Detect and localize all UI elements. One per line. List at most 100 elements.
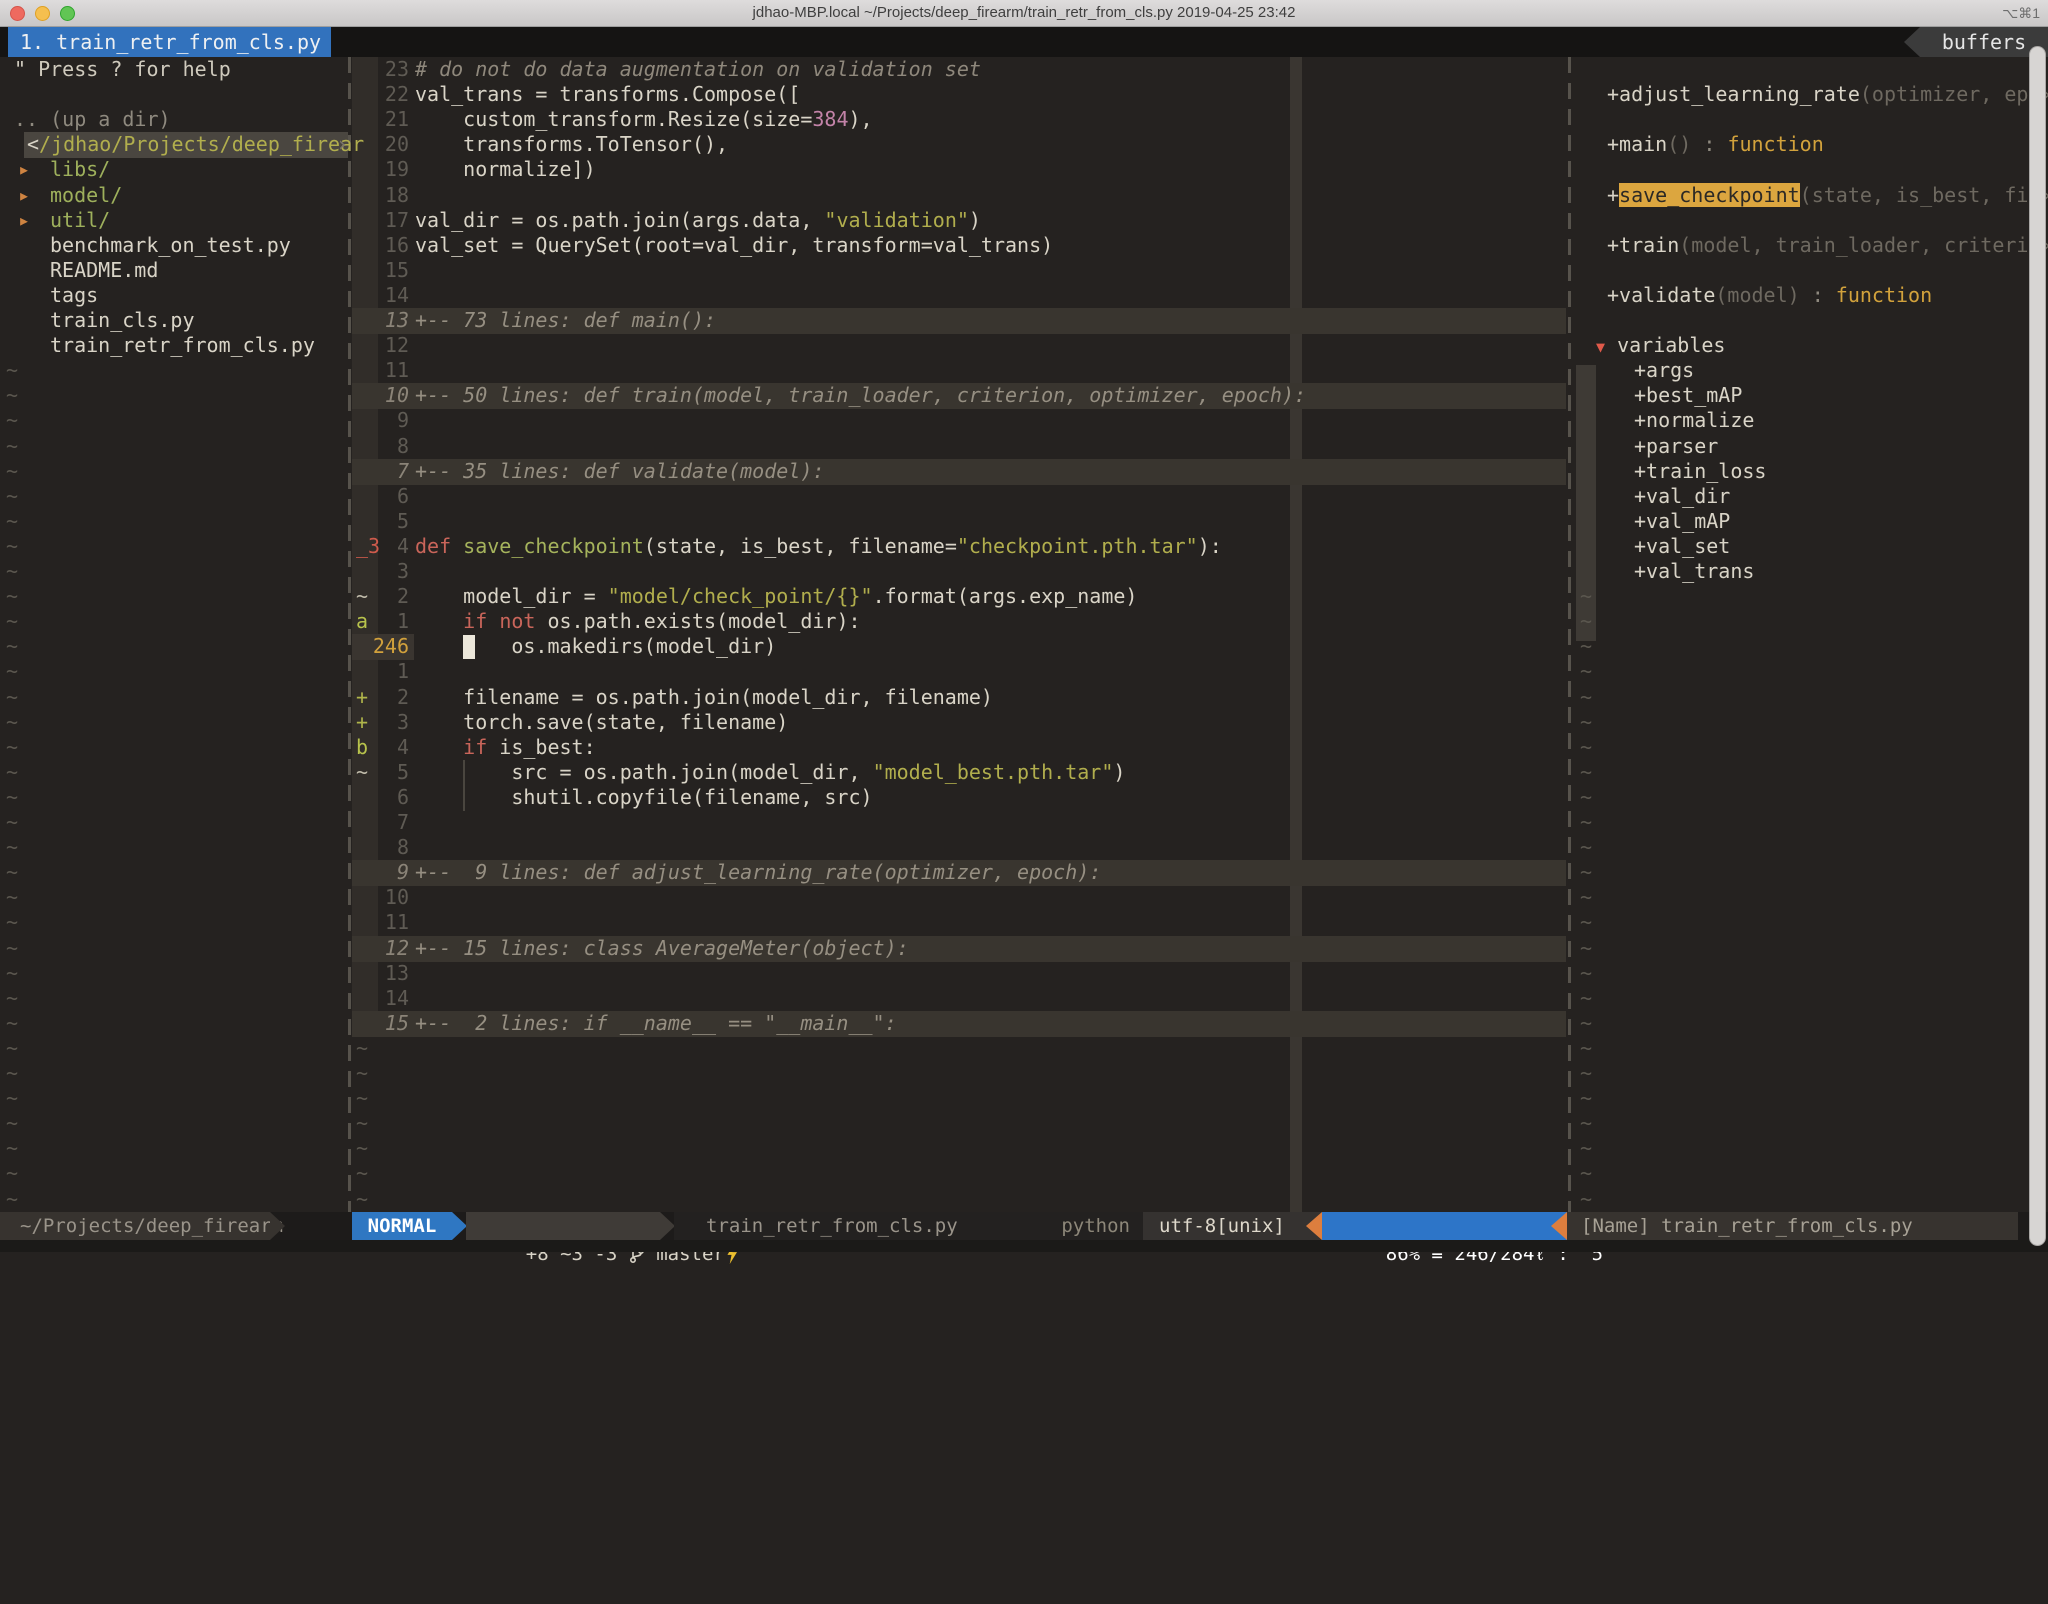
- empty-line-tilde: ~: [6, 860, 18, 886]
- code-line[interactable]: model_dir = "model/check_point/{}".forma…: [415, 584, 1137, 610]
- line-number: 7: [365, 459, 409, 485]
- code-line[interactable]: src = os.path.join(model_dir, "model_bes…: [415, 760, 1125, 786]
- window-shortcut-badge: ⌥⌘1: [2002, 5, 2040, 22]
- code-line[interactable]: if not os.path.exists(model_dir):: [415, 609, 861, 635]
- tagbar-variable-item[interactable]: +parser: [1634, 434, 1718, 460]
- line-number: 16: [365, 233, 409, 259]
- line-number: 9: [365, 408, 409, 434]
- gutter-sign: b: [356, 735, 368, 761]
- statusline-encoding: utf-8[unix]: [1143, 1212, 1322, 1240]
- tagbar-variable-item[interactable]: +args: [1634, 358, 1694, 384]
- empty-line-tilde: ~: [356, 1061, 368, 1087]
- empty-line-tilde: ~: [6, 534, 18, 560]
- tagbar-tag-item[interactable]: +validate(model) : function: [1607, 283, 1932, 309]
- empty-line-tilde: ~: [6, 1061, 18, 1087]
- line-number: 4: [365, 735, 409, 761]
- buffers-segment-arrow-icon: [1904, 27, 1920, 57]
- empty-line-tilde: ~: [6, 910, 18, 936]
- empty-line-tilde: ~: [1580, 1011, 1592, 1037]
- empty-line-tilde: ~: [6, 484, 18, 510]
- separator-arrow-icon: [660, 1212, 675, 1240]
- empty-line-tilde: ~: [356, 1187, 368, 1213]
- nerdtree-up-dir[interactable]: .. (up a dir): [14, 107, 171, 133]
- empty-line-tilde: ~: [1580, 860, 1592, 886]
- tagbar-variable-item[interactable]: +val_dir: [1634, 484, 1730, 510]
- nerdtree-file-item[interactable]: benchmark_on_test.py: [50, 233, 291, 259]
- empty-line-tilde: ~: [356, 1111, 368, 1137]
- empty-line-tilde: ~: [1580, 1187, 1592, 1213]
- statusline-nerdtree-path: ~/Projects/deep_firearm: [0, 1212, 270, 1240]
- empty-line-tilde: ~: [6, 1011, 18, 1037]
- gutter-sign: ~: [356, 760, 368, 786]
- tagbar-tag-item[interactable]: +main() : function: [1607, 132, 1824, 158]
- color-column: [1290, 57, 1302, 1212]
- tagbar-tag-item[interactable]: +train(model, train_loader, criterio›: [1607, 233, 2048, 259]
- nerdtree-file-item[interactable]: train_retr_from_cls.py: [50, 333, 315, 359]
- folded-code-line[interactable]: +-- 2 lines: if __name__ == "__main__":: [415, 1011, 897, 1037]
- folded-code-line[interactable]: +-- 35 lines: def validate(model):: [415, 459, 824, 485]
- empty-line-tilde: ~: [1580, 961, 1592, 987]
- separator-arrow-icon: [452, 1212, 467, 1240]
- code-line[interactable]: torch.save(state, filename): [415, 710, 788, 736]
- empty-line-tilde: ~: [1580, 1086, 1592, 1112]
- line-number: 3: [365, 710, 409, 736]
- code-line[interactable]: normalize]): [415, 157, 596, 183]
- line-number: 23: [365, 57, 409, 83]
- code-line[interactable]: shutil.copyfile(filename, src): [415, 785, 873, 811]
- tab-current-buffer[interactable]: 1. train_retr_from_cls.py: [8, 27, 331, 57]
- statusline-mode: NORMAL: [352, 1212, 452, 1240]
- code-line[interactable]: def save_checkpoint(state, is_best, file…: [415, 534, 1222, 560]
- vim-command-line[interactable]: [0, 1240, 2048, 1252]
- code-line[interactable]: val_dir = os.path.join(args.data, "valid…: [415, 208, 981, 234]
- text-cursor: [463, 635, 475, 659]
- line-number: 13: [365, 961, 409, 987]
- line-number: 10: [365, 885, 409, 911]
- tagbar-tag-item[interactable]: +adjust_learning_rate(optimizer, epo›: [1607, 82, 2048, 108]
- nerdtree-window-separator[interactable]: [348, 57, 351, 1212]
- code-line[interactable]: val_set = QuerySet(root=val_dir, transfo…: [415, 233, 1053, 259]
- empty-line-tilde: ~: [1580, 910, 1592, 936]
- gutter-sign: _3: [356, 534, 380, 560]
- empty-line-tilde: ~: [1580, 1036, 1592, 1062]
- folded-code-line[interactable]: +-- 73 lines: def main():: [415, 308, 716, 334]
- line-number: 10: [365, 383, 409, 409]
- separator-arrow-icon: [1306, 1212, 1322, 1240]
- code-line[interactable]: custom_transform.Resize(size=384),: [415, 107, 873, 133]
- tagbar-tag-item[interactable]: +save_checkpoint(state, is_best, fil›: [1607, 183, 2048, 209]
- line-number: 18: [365, 183, 409, 209]
- code-line[interactable]: if is_best:: [415, 735, 596, 761]
- macos-titlebar: jdhao-MBP.local ~/Projects/deep_firearm/…: [0, 0, 2048, 27]
- tagbar-variable-item[interactable]: +normalize: [1634, 408, 1754, 434]
- nerdtree-file-item[interactable]: tags: [50, 283, 98, 309]
- tagbar-variable-item[interactable]: +val_set: [1634, 534, 1730, 560]
- tagbar-variable-item[interactable]: +val_mAP: [1634, 509, 1730, 535]
- line-number: 1: [365, 659, 409, 685]
- scrollbar-thumb[interactable]: [2029, 46, 2046, 1246]
- line-number: 7: [365, 810, 409, 836]
- empty-line-tilde: ~: [1580, 685, 1592, 711]
- empty-line-tilde: ~: [6, 559, 18, 585]
- tagbar-section-header[interactable]: ▼ variables: [1596, 333, 1725, 359]
- vim-tabline: 1. train_retr_from_cls.py buffers: [0, 27, 2048, 57]
- tagbar-variable-item[interactable]: +best_mAP: [1634, 383, 1742, 409]
- folded-code-line[interactable]: +-- 9 lines: def adjust_learning_rate(op…: [415, 860, 1101, 886]
- line-number: 8: [365, 434, 409, 460]
- nerdtree-file-item[interactable]: train_cls.py: [50, 308, 195, 334]
- line-number: 14: [365, 283, 409, 309]
- tagbar-window-separator[interactable]: [1568, 57, 1571, 1212]
- tagbar-variable-item[interactable]: +val_trans: [1634, 559, 1754, 585]
- folded-code-line[interactable]: +-- 50 lines: def train(model, train_loa…: [415, 383, 1306, 409]
- tagbar-variable-item[interactable]: +train_loss: [1634, 459, 1766, 485]
- code-line[interactable]: transforms.ToTensor(),: [415, 132, 728, 158]
- code-line[interactable]: val_trans = transforms.Compose([: [415, 82, 800, 108]
- empty-line-tilde: ~: [6, 1086, 18, 1112]
- empty-line-tilde: ~: [1580, 885, 1592, 911]
- code-line[interactable]: filename = os.path.join(model_dir, filen…: [415, 685, 993, 711]
- empty-line-tilde: ~: [1580, 760, 1592, 786]
- folded-code-line[interactable]: +-- 15 lines: class AverageMeter(object)…: [415, 936, 909, 962]
- nerdtree-file-item[interactable]: README.md: [50, 258, 158, 284]
- empty-line-tilde: ~: [6, 634, 18, 660]
- code-line[interactable]: # do not do data augmentation on validat…: [415, 57, 981, 83]
- line-number: 17: [365, 208, 409, 234]
- line-number: 22: [365, 82, 409, 108]
